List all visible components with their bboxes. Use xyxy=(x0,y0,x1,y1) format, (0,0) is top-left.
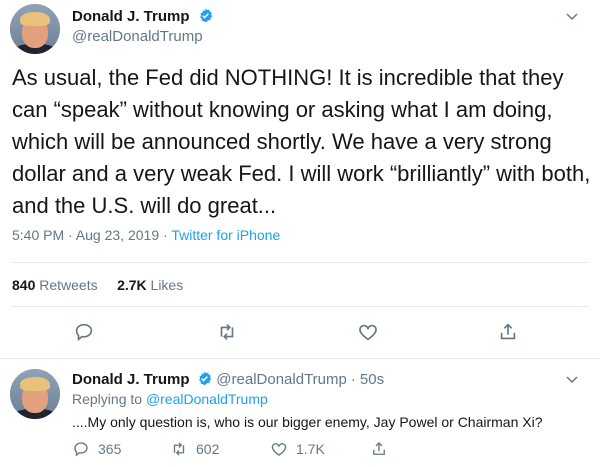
timestamp[interactable]: 5:40 PM · Aug 23, 2019 xyxy=(12,227,159,243)
chevron-down-icon[interactable] xyxy=(564,8,580,24)
reply-like-action[interactable]: 1.7K xyxy=(270,440,325,458)
retweet-count: 602 xyxy=(196,441,220,457)
author-name[interactable]: Donald J. Trump xyxy=(72,8,213,25)
reply-author-handle[interactable]: @realDonaldTrump xyxy=(216,371,347,388)
tweet-text: As usual, the Fed did NOTHING! It is inc… xyxy=(12,65,591,218)
replying-to-link[interactable]: @realDonaldTrump xyxy=(146,391,268,407)
reply-icon[interactable] xyxy=(73,321,95,343)
author-handle[interactable]: @realDonaldTrump xyxy=(72,28,203,45)
like-count: 1.7K xyxy=(296,441,325,457)
avatar[interactable] xyxy=(10,4,60,54)
reply-avatar[interactable] xyxy=(10,369,60,419)
replying-to: Replying to @realDonaldTrump xyxy=(72,391,268,407)
reply-icon xyxy=(74,442,88,457)
likes-stat[interactable]: 2.7K Likes xyxy=(117,277,183,293)
retweets-label: Retweets xyxy=(39,277,98,293)
like-icon xyxy=(271,443,287,456)
retweets-count: 840 xyxy=(12,277,36,293)
retweet-icon[interactable] xyxy=(216,321,238,343)
reply-reply-action[interactable]: 365 xyxy=(72,440,121,458)
reply-author-name[interactable]: Donald J. Trump xyxy=(72,371,190,388)
share-icon xyxy=(373,442,385,455)
source-link[interactable]: Twitter for iPhone xyxy=(171,227,280,243)
verified-badge-icon xyxy=(199,371,212,386)
share-icon[interactable] xyxy=(497,321,519,343)
reply-age[interactable]: · 50s xyxy=(351,371,384,388)
author-name-label[interactable]: Donald J. Trump xyxy=(72,8,190,25)
reply-retweet-action[interactable]: 602 xyxy=(170,440,219,458)
divider xyxy=(12,262,588,263)
reply-count: 365 xyxy=(98,441,122,457)
replying-to-label: Replying to xyxy=(72,391,143,407)
likes-label: Likes xyxy=(150,277,184,293)
chevron-down-icon[interactable] xyxy=(564,371,580,387)
reply-share-action[interactable] xyxy=(370,440,396,458)
meta-separator: · xyxy=(163,227,168,243)
reply-header: Donald J. Trump @realDonaldTrump · 50s xyxy=(72,371,384,388)
like-icon[interactable] xyxy=(357,321,379,343)
reply-text: ....My only question is, who is our bigg… xyxy=(72,414,543,430)
likes-count: 2.7K xyxy=(117,277,147,293)
retweet-icon xyxy=(173,442,185,456)
main-tweet: Donald J. Trump @realDonaldTrump As usua… xyxy=(0,0,600,359)
retweets-stat[interactable]: 840 Retweets xyxy=(12,277,98,293)
verified-badge-icon xyxy=(199,8,212,23)
divider xyxy=(12,306,588,307)
tweet-meta: 5:40 PM · Aug 23, 2019 · Twitter for iPh… xyxy=(12,227,280,243)
engagement-stats: 840 Retweets 2.7K Likes xyxy=(12,277,183,293)
